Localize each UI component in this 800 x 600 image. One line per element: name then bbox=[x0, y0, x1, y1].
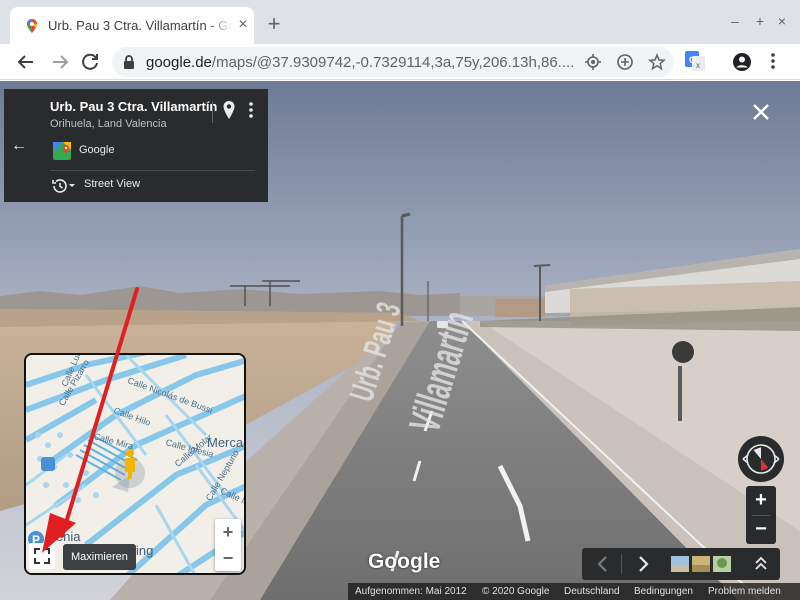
url-text: google.de/maps/@37.9309742,-0.7329114,3a… bbox=[146, 54, 576, 71]
expand-strip-icon[interactable] bbox=[752, 554, 770, 574]
capture-date: Aufgenommen: Mai 2012 bbox=[355, 586, 467, 597]
tab-title: Urb. Pau 3 Ctra. Villamartín - Google Ma… bbox=[48, 18, 232, 33]
zoom-in-button[interactable]: + bbox=[746, 486, 776, 515]
attribution-footer: Aufgenommen: Mai 2012 © 2020 Google Deut… bbox=[348, 583, 800, 600]
back-arrow-icon[interactable] bbox=[14, 50, 38, 74]
close-icon[interactable] bbox=[750, 101, 772, 123]
location-icon[interactable] bbox=[584, 53, 602, 71]
country-link[interactable]: Deutschland bbox=[564, 586, 620, 597]
previous-photo-icon[interactable] bbox=[586, 548, 620, 580]
copyright-text: © 2020 Google bbox=[482, 586, 550, 597]
back-arrow-icon: ← bbox=[11, 137, 27, 154]
url-path: /maps/@37.9309742,-0.7329114,3a,75y,206.… bbox=[211, 54, 575, 71]
history-icon[interactable] bbox=[50, 177, 78, 195]
add-icon[interactable] bbox=[616, 53, 634, 71]
photo-thumbnail[interactable] bbox=[692, 556, 710, 572]
strip-separator bbox=[621, 554, 622, 574]
location-title: Urb. Pau 3 Ctra. Villamartín bbox=[50, 99, 218, 114]
map-area-label: Merca bbox=[207, 435, 244, 450]
url-host: google.de bbox=[146, 54, 212, 71]
minimize-button[interactable]: – bbox=[728, 12, 742, 30]
source-label[interactable]: Google bbox=[79, 144, 114, 156]
photo-thumbnail[interactable] bbox=[713, 556, 731, 572]
annotation-arrow-icon bbox=[42, 287, 139, 553]
account-icon[interactable] bbox=[732, 52, 752, 72]
maximize-button[interactable]: + bbox=[753, 12, 767, 30]
translate-extension-icon[interactable]: G x bbox=[684, 50, 706, 72]
google-maps-logo-icon bbox=[53, 142, 71, 160]
photo-thumbnail[interactable] bbox=[671, 556, 689, 572]
zoom-out-button[interactable]: − bbox=[746, 515, 776, 544]
card-separator bbox=[212, 101, 213, 123]
report-problem-link[interactable]: Problem melden bbox=[708, 586, 781, 597]
street-view-zoom-control: + − bbox=[746, 486, 776, 544]
google-maps-favicon-icon bbox=[27, 19, 37, 33]
street-view-panorama[interactable]: Urb. Pau 3 Villamartín ← Urb. Pau 3 Ctra… bbox=[0, 81, 800, 600]
svg-text:x: x bbox=[696, 61, 700, 70]
photo-strip bbox=[582, 548, 780, 580]
reload-icon[interactable] bbox=[78, 50, 102, 74]
tab-close-icon[interactable]: × bbox=[234, 16, 252, 34]
compass-icon[interactable] bbox=[737, 435, 785, 483]
location-subtitle: Orihuela, Land Valencia bbox=[50, 118, 167, 130]
minimap-zoom-out-button[interactable]: − bbox=[215, 545, 241, 571]
menu-icon[interactable] bbox=[770, 52, 776, 70]
google-watermark: Google bbox=[368, 550, 441, 573]
more-options-icon[interactable] bbox=[248, 101, 254, 119]
terms-link[interactable]: Bedingungen bbox=[634, 586, 693, 597]
location-info-card: ← Urb. Pau 3 Ctra. Villamartín Orihuela,… bbox=[4, 89, 268, 202]
map-pin-icon[interactable] bbox=[222, 100, 236, 120]
close-window-button[interactable]: × bbox=[775, 12, 789, 30]
minimap-zoom-control: + − bbox=[215, 519, 241, 571]
minimap-zoom-in-button[interactable]: + bbox=[215, 519, 241, 545]
back-button[interactable]: ← bbox=[4, 89, 34, 202]
card-divider bbox=[50, 170, 255, 171]
address-bar[interactable]: google.de/maps/@37.9309742,-0.7329114,3a… bbox=[112, 47, 674, 77]
tab-strip: Urb. Pau 3 Ctra. Villamartín - Google Ma… bbox=[0, 0, 800, 44]
lock-icon[interactable] bbox=[122, 54, 136, 70]
next-photo-icon[interactable] bbox=[626, 548, 660, 580]
bookmark-star-icon[interactable] bbox=[648, 53, 666, 71]
browser-toolbar: google.de/maps/@37.9309742,-0.7329114,3a… bbox=[0, 44, 800, 80]
forward-arrow-icon[interactable] bbox=[48, 50, 72, 74]
browser-tab[interactable]: Urb. Pau 3 Ctra. Villamartín - Google Ma… bbox=[10, 7, 254, 44]
street-view-label: Street View bbox=[84, 178, 141, 190]
new-tab-button[interactable]: + bbox=[264, 13, 284, 35]
svg-text:G: G bbox=[689, 55, 696, 65]
